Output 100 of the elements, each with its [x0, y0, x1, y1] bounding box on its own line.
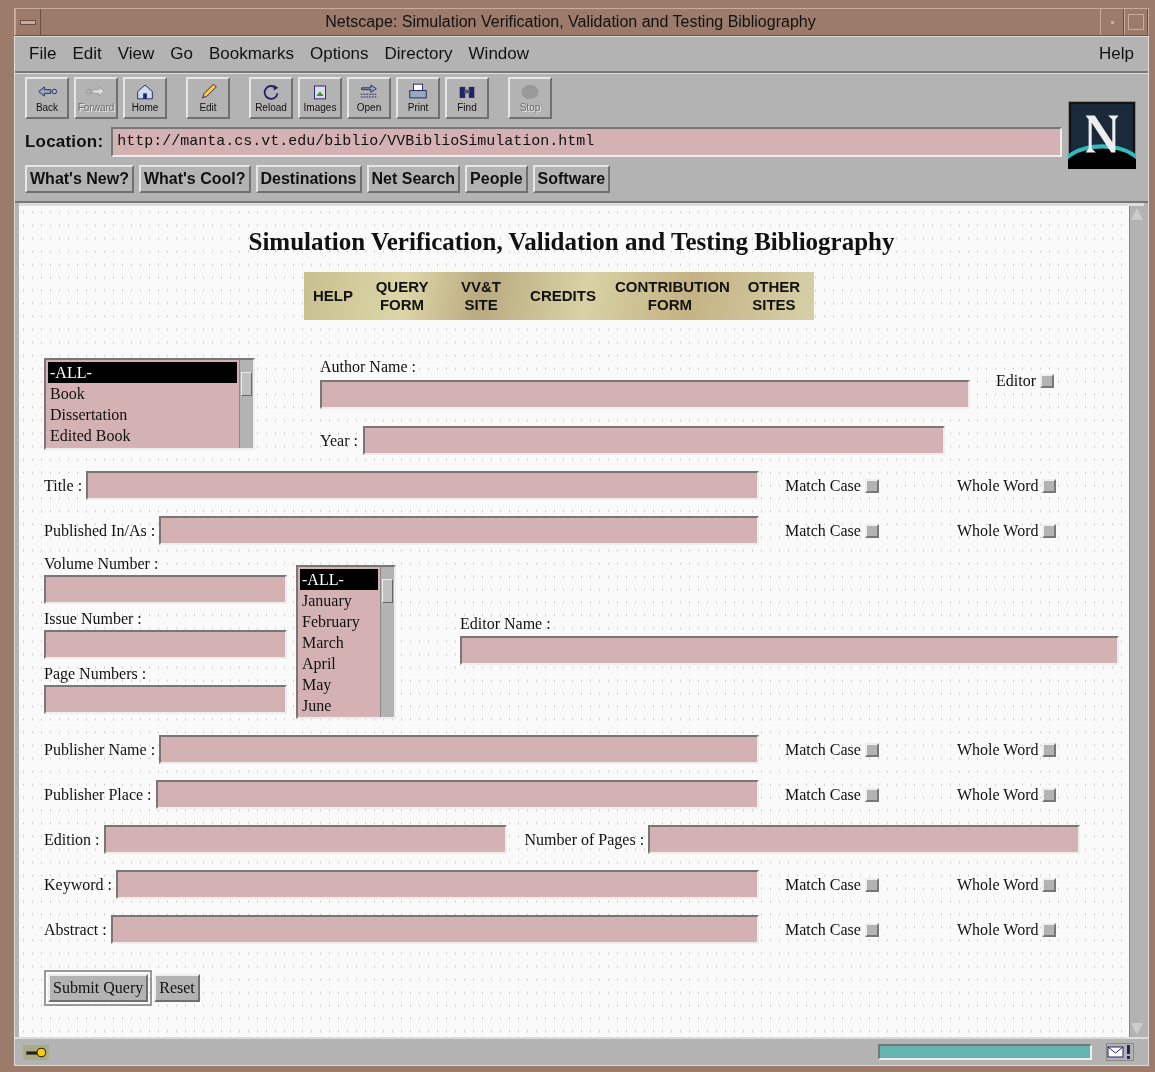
key-icon	[23, 1044, 49, 1060]
toolbar-button[interactable]: Print	[396, 77, 440, 119]
checkbox-label: Match Case	[784, 476, 861, 495]
list-option[interactable]: March	[300, 632, 378, 653]
input-field[interactable]	[362, 426, 945, 455]
directory-button[interactable]: People	[465, 165, 528, 193]
mail-icon[interactable]	[1106, 1043, 1134, 1061]
field-label: Edition :	[44, 830, 100, 849]
menu-item[interactable]: Help	[1091, 44, 1142, 64]
list-option[interactable]: May	[300, 674, 378, 695]
menu-item[interactable]: Bookmarks	[200, 44, 302, 64]
checkbox-label: Whole Word	[956, 476, 1039, 495]
toolbar-button[interactable]: Edit	[186, 77, 230, 119]
checkbox[interactable]	[1042, 877, 1057, 892]
directory-button[interactable]: Software	[532, 165, 611, 193]
list-option[interactable]: Dissertation	[48, 404, 237, 425]
checkbox-label: Match Case	[784, 875, 861, 894]
list-option[interactable]: Edited Book	[48, 425, 237, 446]
directory-button[interactable]: What's New?	[25, 165, 134, 193]
field-label: Editor Name :	[460, 615, 552, 633]
field-label: Page Numbers :	[44, 665, 148, 683]
list-option[interactable]: -ALL-	[300, 569, 378, 590]
field-label: Publisher Place :	[44, 785, 152, 804]
checkbox-label: Whole Word	[956, 920, 1039, 939]
menu-item[interactable]: Directory	[376, 44, 461, 64]
minimize-button[interactable]	[1100, 9, 1124, 35]
toolbar-button[interactable]: Back	[25, 77, 69, 119]
stop-icon	[519, 83, 541, 100]
list-option[interactable]: June	[300, 695, 378, 716]
maximize-button[interactable]	[1124, 9, 1148, 35]
list-option[interactable]: February	[300, 611, 378, 632]
input-field[interactable]	[110, 915, 759, 944]
location-label: Location:	[25, 132, 104, 152]
menu-item[interactable]: View	[109, 44, 163, 64]
checkbox[interactable]	[864, 742, 879, 757]
month-list[interactable]: -ALL- January February March April May June	[296, 565, 396, 719]
input-field[interactable]	[86, 471, 759, 500]
input-field[interactable]	[103, 825, 507, 854]
input-field[interactable]	[44, 630, 287, 659]
checkbox[interactable]	[1042, 742, 1057, 757]
list-option[interactable]: -ALL-	[48, 362, 237, 383]
toolbar-button[interactable]: Find	[445, 77, 489, 119]
directory-button[interactable]: What's Cool?	[138, 165, 251, 193]
checkbox[interactable]	[864, 478, 879, 493]
input-field[interactable]	[159, 516, 759, 545]
field-label: Abstract :	[44, 920, 107, 939]
checkbox[interactable]	[1042, 787, 1057, 802]
directory-button[interactable]: Net Search	[366, 165, 461, 193]
nav-link[interactable]: HELP	[313, 287, 353, 305]
nav-link[interactable]: VV&T SITE	[451, 278, 512, 314]
checkbox-label: Whole Word	[956, 785, 1039, 804]
directory-button[interactable]: Destinations	[255, 165, 362, 193]
list-scrollbar[interactable]	[380, 567, 394, 717]
checkbox[interactable]	[1040, 374, 1054, 388]
list-scrollbar[interactable]	[239, 360, 253, 448]
checkbox[interactable]	[1042, 523, 1057, 538]
field-label: Year :	[320, 431, 358, 450]
nav-link[interactable]: QUERY FORM	[372, 278, 433, 314]
menu-item[interactable]: Go	[162, 44, 201, 64]
input-field[interactable]	[44, 575, 287, 604]
type-list[interactable]: -ALL- Book Dissertation Edited Book	[44, 358, 255, 450]
menu-item[interactable]: Edit	[64, 44, 110, 64]
checkbox[interactable]	[864, 787, 879, 802]
checkbox-label: Match Case	[784, 521, 861, 540]
page-heading: Simulation Verification, Validation and Testing Bibliography	[247, 228, 896, 256]
list-option[interactable]: April	[300, 653, 378, 674]
field-label: Keyword :	[44, 875, 112, 894]
checkbox-label: Whole Word	[956, 875, 1039, 894]
checkbox[interactable]	[1042, 922, 1057, 937]
checkbox[interactable]	[864, 922, 879, 937]
input-field[interactable]	[320, 380, 970, 409]
input-field[interactable]	[116, 870, 759, 899]
reset-button[interactable]: Reset	[154, 974, 200, 1002]
toolbar-button[interactable]: Open	[347, 77, 391, 119]
toolbar-button[interactable]: Home	[123, 77, 167, 119]
input-field[interactable]	[159, 735, 759, 764]
toolbar-button[interactable]: Images	[298, 77, 342, 119]
nav-link[interactable]: CREDITS	[530, 287, 596, 305]
checkbox-label: Match Case	[784, 920, 861, 939]
menu-item[interactable]: Window	[460, 44, 538, 64]
logo-icon	[1068, 101, 1136, 169]
menu-item[interactable]: Options	[301, 44, 377, 64]
checkbox[interactable]	[864, 523, 879, 538]
checkbox[interactable]	[1042, 478, 1057, 493]
list-option[interactable]: January	[300, 590, 378, 611]
input-field[interactable]	[44, 685, 287, 714]
location-field[interactable]: http://manta.cs.vt.edu/biblio/VVBiblioSimulation.html	[111, 127, 1062, 157]
input-field[interactable]	[648, 825, 1081, 854]
input-field[interactable]	[155, 780, 759, 809]
menu-item[interactable]: File	[21, 44, 65, 64]
input-field[interactable]	[460, 636, 1119, 665]
checkbox[interactable]	[864, 877, 879, 892]
checkbox-label: Editor	[996, 372, 1036, 390]
list-option[interactable]: Book	[48, 383, 237, 404]
field-label: Author Name :	[320, 358, 416, 375]
nav-link[interactable]: OTHER SITES	[743, 278, 804, 314]
window-menu-button[interactable]	[15, 9, 41, 35]
printer-icon	[407, 83, 429, 100]
checkbox-label: Match Case	[784, 785, 861, 804]
toolbar-button[interactable]: Reload	[249, 77, 293, 119]
